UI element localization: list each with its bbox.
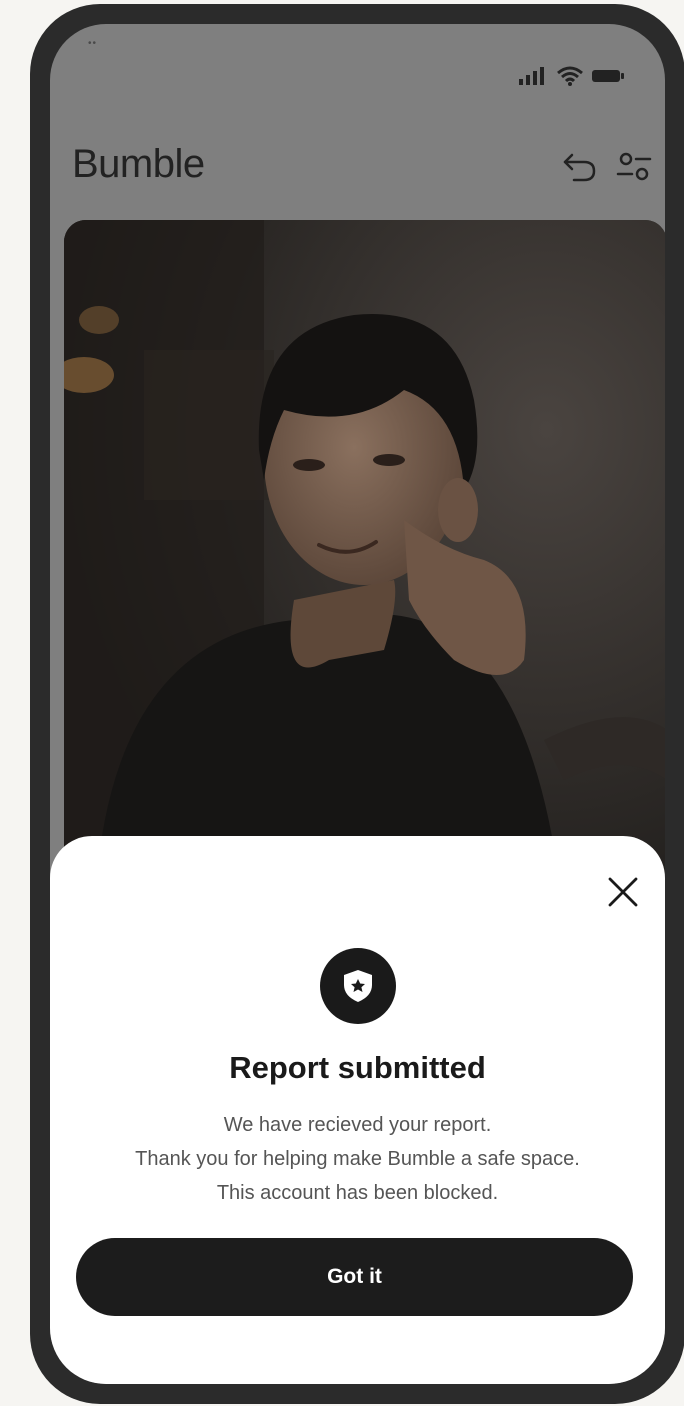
close-button[interactable] [601, 870, 645, 914]
brand-logo: Bumble [72, 142, 205, 186]
shield-badge [319, 948, 396, 1024]
message-line: We have recieved your report. [223, 1114, 492, 1136]
message-line: Thank you for helping make Bumble a safe… [135, 1148, 580, 1170]
undo-button[interactable] [559, 146, 601, 188]
status-bar: •• [50, 24, 665, 114]
profile-photo[interactable] [64, 220, 665, 920]
undo-icon [563, 153, 596, 182]
app-header: Bumble [50, 134, 665, 204]
filter-button[interactable] [613, 146, 655, 188]
camera-indicator: •• [88, 38, 98, 49]
close-icon [608, 877, 638, 907]
signal-icon [519, 66, 549, 91]
app-screen: •• Bumble Report submitted We have recie… [50, 24, 665, 1384]
status-icons [519, 66, 625, 91]
sheet-title: Report submitted [229, 1050, 486, 1085]
report-submitted-sheet: Report submitted We have recieved your r… [50, 836, 665, 1384]
shield-star-icon [343, 970, 372, 1002]
filter-icon [616, 152, 652, 181]
got-it-button[interactable]: Got it [76, 1238, 633, 1316]
message-line: This account has been blocked. [216, 1182, 499, 1204]
phone-frame: •• Bumble Report submitted We have recie… [30, 4, 684, 1404]
sheet-message: We have recieved your report. Thank you … [60, 1108, 655, 1210]
wifi-icon [557, 66, 583, 91]
battery-icon [591, 67, 625, 90]
